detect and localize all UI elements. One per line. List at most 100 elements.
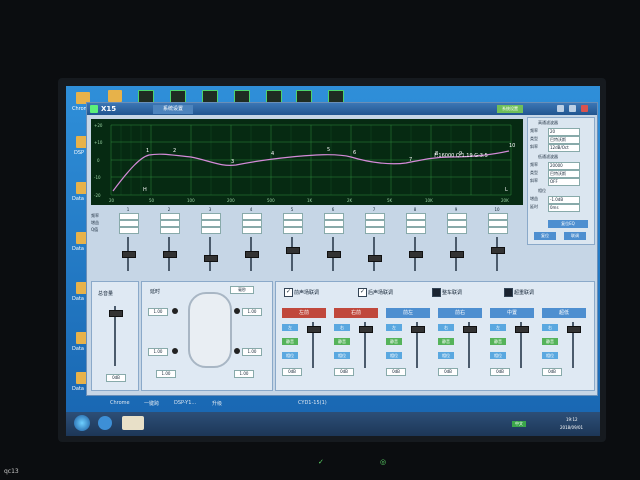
band-gain-field[interactable] xyxy=(324,220,344,227)
band-gain-field[interactable] xyxy=(283,220,303,227)
bezel-settings-icon[interactable]: ◎ xyxy=(380,458,386,466)
right-button[interactable]: 右 xyxy=(542,324,558,331)
lp-freq-field[interactable]: 20000 xyxy=(548,162,580,170)
band-q-field[interactable] xyxy=(488,227,508,234)
band-slider-track[interactable] xyxy=(209,237,211,271)
front-link-checkbox[interactable]: ✓ xyxy=(284,288,293,297)
left-button[interactable]: 左 xyxy=(490,324,506,331)
band-slider-handle[interactable] xyxy=(163,251,177,258)
full-link-checkbox[interactable] xyxy=(432,288,441,297)
speaker-volume-handle[interactable] xyxy=(307,326,321,333)
band-gain-field[interactable] xyxy=(119,220,139,227)
band-q-field[interactable] xyxy=(283,227,303,234)
mute-button[interactable]: 静音 xyxy=(490,338,506,345)
speaker-rear-left-icon[interactable] xyxy=(172,348,178,354)
eq-point-label-6[interactable]: 6 xyxy=(353,150,356,156)
phase-button[interactable]: 相位 xyxy=(282,352,298,359)
band-gain-field[interactable] xyxy=(365,220,385,227)
band-slider-track[interactable] xyxy=(291,237,293,271)
delay-sub-left[interactable]: 1.00 xyxy=(156,370,176,378)
desktop-shortcut-1[interactable] xyxy=(108,90,122,102)
band-slider-handle[interactable] xyxy=(245,251,259,258)
speaker-group-title[interactable]: 前左 xyxy=(386,308,430,318)
band-gain-field[interactable] xyxy=(406,220,426,227)
eq-reset-button[interactable]: 复位EQ xyxy=(548,220,588,228)
band-slider-track[interactable] xyxy=(373,237,375,271)
mute-button[interactable]: 静音 xyxy=(386,338,402,345)
band-gain-field[interactable] xyxy=(447,220,467,227)
mute-button[interactable]: 静音 xyxy=(282,338,298,345)
system-settings-button[interactable]: 系统设置 xyxy=(497,105,523,113)
band-slider-handle[interactable] xyxy=(286,247,300,254)
tab-system-settings[interactable]: 系统设置 xyxy=(153,105,193,114)
eq-point-label-4[interactable]: 4 xyxy=(271,151,274,157)
band-gain-field[interactable] xyxy=(242,220,262,227)
band-freq-field[interactable] xyxy=(160,213,180,220)
master-volume-handle[interactable] xyxy=(109,310,123,317)
band-slider-handle[interactable] xyxy=(450,251,464,258)
speaker-front-right-icon[interactable] xyxy=(234,308,240,314)
band-freq-field[interactable] xyxy=(406,213,426,220)
link-button[interactable]: 联调 xyxy=(564,232,586,240)
speaker-volume-handle[interactable] xyxy=(359,326,373,333)
reset-button[interactable]: 复位 xyxy=(534,232,556,240)
band-freq-field[interactable] xyxy=(201,213,221,220)
band-slider-track[interactable] xyxy=(496,237,498,271)
speaker-volume-handle[interactable] xyxy=(567,326,581,333)
eq-point-label-2[interactable]: 2 xyxy=(173,148,176,154)
start-button-icon[interactable] xyxy=(74,415,90,431)
band-gain-field[interactable] xyxy=(201,220,221,227)
phase-button[interactable]: 相位 xyxy=(334,352,350,359)
eq-curve-graph[interactable]: 1 2 3 4 5 6 7 8 9 10 F:16000 Q:1.19 G:3.… xyxy=(91,119,523,205)
band-q-field[interactable] xyxy=(406,227,426,234)
bezel-power-icon[interactable]: ✓ xyxy=(318,458,324,466)
right-button[interactable]: 右 xyxy=(334,324,350,331)
delay-field[interactable]: 0ms xyxy=(548,204,580,212)
band-q-field[interactable] xyxy=(365,227,385,234)
hp-slope-select[interactable]: 12dB/Oct xyxy=(548,144,580,152)
delay-rear-right[interactable]: 1.00 xyxy=(242,348,262,356)
band-q-field[interactable] xyxy=(324,227,344,234)
speaker-rear-right-icon[interactable] xyxy=(234,348,240,354)
hp-type-select[interactable]: 巴特沃斯 xyxy=(548,136,580,144)
band-q-field[interactable] xyxy=(160,227,180,234)
right-button[interactable]: 右 xyxy=(438,324,454,331)
delay-unit-select[interactable]: 毫秒 xyxy=(230,286,254,294)
eq-point-label-7[interactable]: 7 xyxy=(409,157,412,163)
app-taskbar-icon[interactable] xyxy=(122,416,144,430)
mute-button[interactable]: 静音 xyxy=(334,338,350,345)
band-q-field[interactable] xyxy=(201,227,221,234)
speaker-group-title[interactable]: 前右 xyxy=(438,308,482,318)
phase-button[interactable]: 相位 xyxy=(542,352,558,359)
speaker-group-title[interactable]: 左前 xyxy=(282,308,326,318)
language-badge[interactable]: 中文 xyxy=(512,421,526,427)
speaker-group-title[interactable]: 右前 xyxy=(334,308,378,318)
lp-slope-select[interactable]: OFF xyxy=(548,178,580,186)
maximize-icon[interactable] xyxy=(569,105,576,112)
mute-button[interactable]: 静音 xyxy=(542,338,558,345)
band-q-field[interactable] xyxy=(242,227,262,234)
band-gain-field[interactable] xyxy=(160,220,180,227)
band-freq-field[interactable] xyxy=(283,213,303,220)
speaker-volume-handle[interactable] xyxy=(463,326,477,333)
close-icon[interactable] xyxy=(581,105,588,112)
mute-button[interactable]: 静音 xyxy=(438,338,454,345)
band-slider-handle[interactable] xyxy=(204,255,218,262)
band-slider-handle[interactable] xyxy=(409,251,423,258)
phase-button[interactable]: 相位 xyxy=(386,352,402,359)
browser-taskbar-icon[interactable] xyxy=(98,416,112,430)
band-slider-handle[interactable] xyxy=(327,251,341,258)
hp-freq-field[interactable]: 20 xyxy=(548,128,580,136)
bass-link-checkbox[interactable] xyxy=(504,288,513,297)
band-slider-handle[interactable] xyxy=(491,247,505,254)
band-freq-field[interactable] xyxy=(242,213,262,220)
delay-front-right[interactable]: 1.00 xyxy=(242,308,262,316)
band-freq-field[interactable] xyxy=(488,213,508,220)
delay-sub-right[interactable]: 1.00 xyxy=(234,370,254,378)
delay-rear-left[interactable]: 1.00 xyxy=(148,348,168,356)
left-button[interactable]: 左 xyxy=(282,324,298,331)
speaker-front-left-icon[interactable] xyxy=(172,308,178,314)
eq-point-label-3[interactable]: 3 xyxy=(231,159,234,165)
phase-button[interactable]: 相位 xyxy=(438,352,454,359)
band-slider-handle[interactable] xyxy=(368,255,382,262)
